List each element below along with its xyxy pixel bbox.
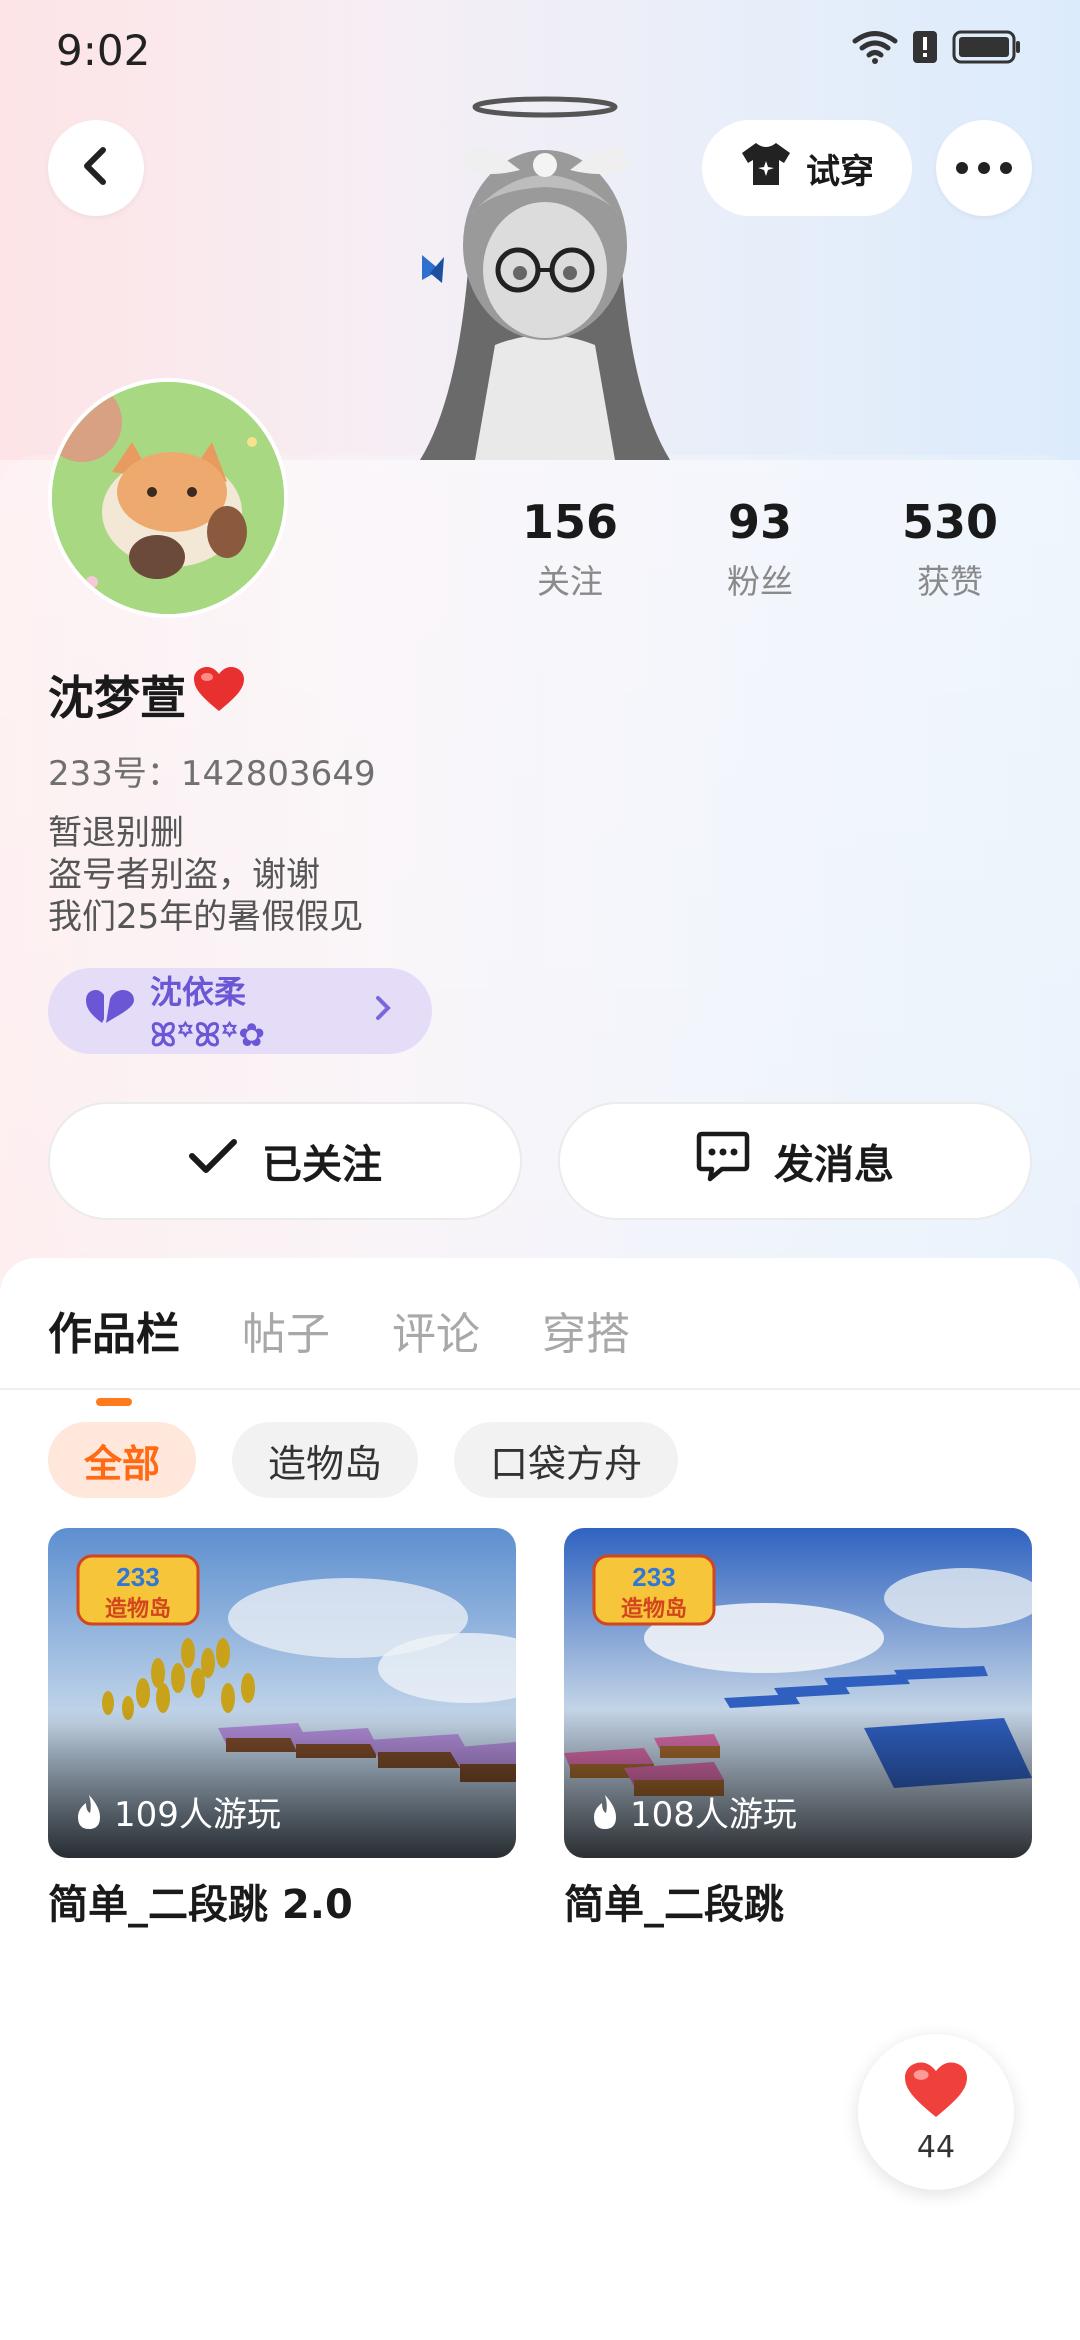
stat-value: 93 xyxy=(727,495,792,549)
bond-partner-name: 沈依柔ꕤ꙳ꕤ꙳✿ xyxy=(150,972,266,1054)
following-button[interactable]: 已关注 xyxy=(48,1102,522,1220)
play-count: 108人游玩 xyxy=(590,1787,797,1836)
chat-bubble-icon xyxy=(696,1130,750,1192)
send-message-label: 发消息 xyxy=(774,1142,894,1188)
alert-icon xyxy=(912,30,938,64)
bio-line: 我们25年的暑假假见 xyxy=(48,897,364,937)
bio-line: 暂退别删 xyxy=(48,813,184,853)
filter-pocket-ark[interactable]: 口袋方舟 xyxy=(454,1422,679,1498)
stat-label: 关注 xyxy=(537,562,603,601)
svg-text:造物岛: 造物岛 xyxy=(621,1596,687,1622)
work-thumbnail: 233 造物岛 109人游玩 xyxy=(48,1528,516,1858)
work-thumbnail: 233 造物岛 108人游玩 xyxy=(564,1528,1032,1858)
stat-value: 156 xyxy=(521,495,619,549)
stat-likes[interactable]: 530 获赞 xyxy=(860,495,1040,603)
profile-stats: 156 关注 93 粉丝 530 获赞 xyxy=(480,495,1040,603)
flame-icon xyxy=(590,1793,620,1831)
stat-value: 530 xyxy=(901,495,999,549)
tabs-divider xyxy=(0,1388,1080,1390)
like-button[interactable]: 44 xyxy=(858,2034,1014,2190)
svg-text:233: 233 xyxy=(116,1562,159,1592)
play-count-label: 109人游玩 xyxy=(114,1795,281,1835)
tab-comments[interactable]: 评论 xyxy=(392,1298,480,1362)
bio-line: 盗号者别盗，谢谢 xyxy=(48,855,320,895)
filter-creation-island[interactable]: 造物岛 xyxy=(232,1422,419,1498)
more-options-button[interactable] xyxy=(936,120,1032,216)
work-card[interactable]: 233 造物岛 109人游玩 简单_二段跳 2.0 xyxy=(48,1528,516,1930)
username-row: 沈梦萱 xyxy=(48,662,246,728)
more-dots-icon xyxy=(956,159,1012,178)
like-count: 44 xyxy=(916,2129,956,2165)
tshirt-icon xyxy=(740,141,792,196)
try-on-label: 试穿 xyxy=(806,151,874,192)
user-bio: 暂退别删 盗号者别盗，谢谢 我们25年的暑假假见 xyxy=(48,812,363,938)
bond-partner-chip[interactable]: 沈依柔ꕤ꙳ꕤ꙳✿ xyxy=(48,968,432,1054)
tab-posts[interactable]: 帖子 xyxy=(242,1298,330,1362)
profile-avatar[interactable] xyxy=(48,378,288,618)
battery-icon xyxy=(952,30,1022,64)
following-label: 已关注 xyxy=(262,1142,382,1188)
creation-island-logo: 233 造物岛 xyxy=(592,1554,716,1626)
chevron-right-icon xyxy=(374,991,392,1031)
avatar-character-image xyxy=(400,95,690,460)
tab-outfits[interactable]: 穿搭 xyxy=(542,1298,630,1362)
play-count: 109人游玩 xyxy=(74,1787,281,1836)
user-id: 233号：142803649 xyxy=(48,754,376,794)
status-time: 9:02 xyxy=(56,26,151,75)
creation-island-logo: 233 造物岛 xyxy=(76,1554,200,1626)
tab-works[interactable]: 作品栏 xyxy=(48,1298,180,1362)
linked-hearts-icon xyxy=(86,989,136,1033)
play-count-label: 108人游玩 xyxy=(630,1795,797,1835)
filter-chips: 全部 造物岛 口袋方舟 xyxy=(48,1422,679,1498)
chevron-left-icon xyxy=(79,146,113,190)
flame-icon xyxy=(74,1793,104,1831)
svg-text:233: 233 xyxy=(632,1562,675,1592)
send-message-button[interactable]: 发消息 xyxy=(558,1102,1032,1220)
check-icon xyxy=(188,1137,238,1185)
wifi-icon xyxy=(852,30,898,64)
work-title: 简单_二段跳 2.0 xyxy=(48,1882,353,1928)
work-title: 简单_二段跳 xyxy=(564,1882,784,1928)
stat-label: 获赞 xyxy=(917,562,983,601)
work-card[interactable]: 233 造物岛 108人游玩 简单_二段跳 xyxy=(564,1528,1032,1930)
stat-following[interactable]: 156 关注 xyxy=(480,495,660,603)
username: 沈梦萱 xyxy=(48,671,186,725)
heart-icon xyxy=(902,2060,970,2126)
heart-icon xyxy=(192,665,246,726)
stat-label: 粉丝 xyxy=(727,562,793,601)
try-on-button[interactable]: 试穿 xyxy=(702,120,912,216)
filter-all[interactable]: 全部 xyxy=(48,1422,197,1498)
profile-tabs: 作品栏 帖子 评论 穿搭 xyxy=(48,1298,630,1362)
stat-followers[interactable]: 93 粉丝 xyxy=(670,495,850,603)
status-bar: 9:02 xyxy=(0,0,1080,100)
back-button[interactable] xyxy=(48,120,144,216)
svg-text:造物岛: 造物岛 xyxy=(105,1596,171,1622)
